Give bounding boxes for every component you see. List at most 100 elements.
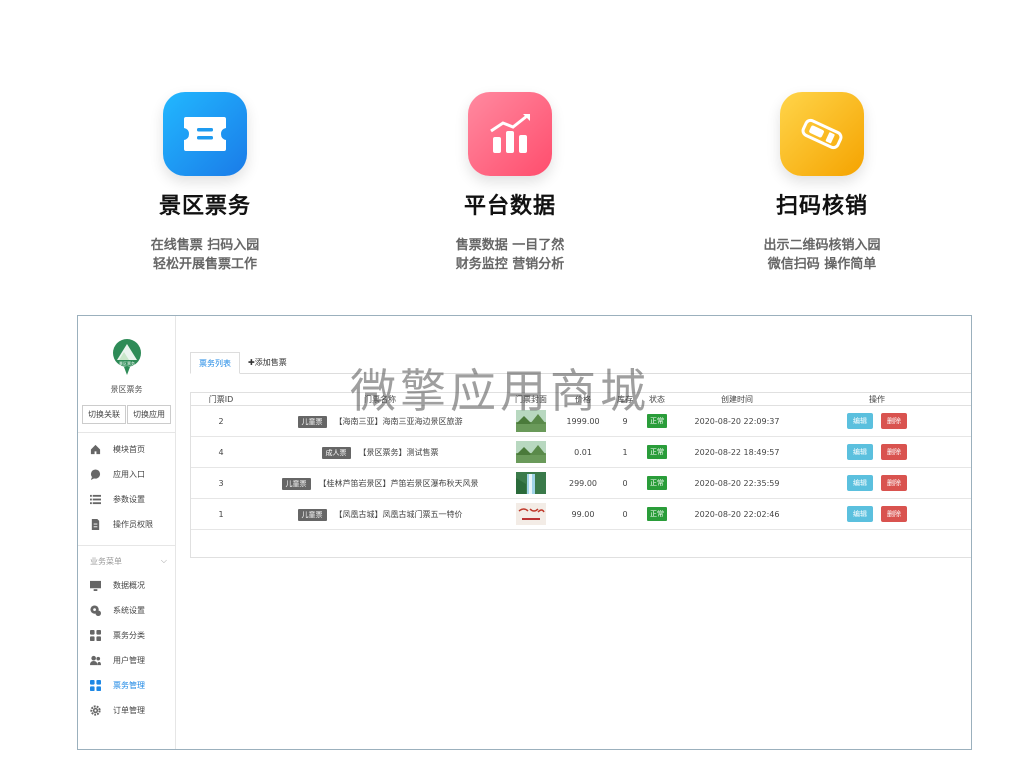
sidebar-item-label: 票务分类 bbox=[113, 631, 145, 640]
feature-desc-line: 售票数据 一目了然 bbox=[455, 238, 565, 253]
created-time: 2020-08-20 22:35:59 bbox=[694, 478, 780, 488]
edit-button[interactable]: 编辑 bbox=[847, 413, 873, 429]
sidebar-item-user-management[interactable]: 用户管理 bbox=[78, 648, 175, 673]
app-name: 景区票务 bbox=[110, 385, 143, 394]
feature-title: 扫码核销 bbox=[775, 194, 868, 219]
sidebar-item-app-entry[interactable]: 应用入口 bbox=[78, 462, 175, 487]
document-icon bbox=[91, 519, 100, 530]
ticket-price: 0.01 bbox=[574, 447, 592, 457]
feature-platform-data: 平台数据 售票数据 一目了然 财务监控 营销分析 bbox=[410, 92, 610, 274]
bar-chart-icon bbox=[468, 92, 552, 176]
feature-desc-line: 在线售票 扫码入园 bbox=[150, 238, 260, 253]
col-header-id: 门票ID bbox=[208, 394, 234, 404]
sidebar-item-settings[interactable]: 参数设置 bbox=[78, 487, 175, 512]
sidebar-item-order-management[interactable]: 订单管理 bbox=[78, 698, 175, 723]
chevron-down-icon: ⌵ bbox=[160, 556, 167, 565]
sidebar-item-label: 系统设置 bbox=[113, 606, 145, 615]
status-badge: 正常 bbox=[647, 445, 667, 459]
sidebar-item-operator-permissions[interactable]: 操作员权限 bbox=[78, 512, 175, 537]
delete-button[interactable]: 删除 bbox=[881, 506, 907, 522]
ticket-stock: 1 bbox=[622, 447, 628, 457]
feature-scan-verify: 扫码核销 出示二维码核销入园 微信扫码 操作简单 bbox=[722, 92, 922, 274]
delete-button[interactable]: 删除 bbox=[881, 444, 907, 460]
ticket-id: 3 bbox=[218, 478, 224, 488]
tab-add-ticket[interactable]: ✚添加售票 bbox=[240, 352, 295, 373]
ticket-cover-image bbox=[516, 472, 546, 494]
sidebar-item-label: 票务管理 bbox=[113, 681, 145, 690]
scenic-logo: 景区票务 bbox=[112, 339, 141, 375]
business-menu-header[interactable]: 业务菜单 ⌵ bbox=[78, 546, 175, 573]
edit-button[interactable]: 编辑 bbox=[847, 506, 873, 522]
ticket-cover-image bbox=[516, 441, 546, 463]
sidebar-item-label: 用户管理 bbox=[113, 656, 145, 665]
category-badge: 儿童票 bbox=[281, 477, 311, 490]
ticket-stock: 0 bbox=[622, 509, 628, 519]
logo-text: 景区票务 bbox=[119, 360, 135, 366]
ticket-stock: 0 bbox=[622, 478, 628, 488]
ticket-price: 299.00 bbox=[569, 478, 597, 488]
users-icon bbox=[90, 655, 101, 666]
category-badge: 成人票 bbox=[321, 446, 351, 459]
ticket-id: 4 bbox=[218, 447, 224, 457]
sidebar: 景区票务 景区票务 切换关联 切换应用 模块首页 应用入口 参数设置 操作员权限 bbox=[78, 316, 176, 749]
sidebar-item-module-home[interactable]: 模块首页 bbox=[78, 437, 175, 462]
ticket-cover-image bbox=[516, 503, 546, 525]
sidebar-item-label: 操作员权限 bbox=[113, 520, 153, 529]
grid-icon bbox=[90, 680, 101, 691]
scanner-icon bbox=[780, 92, 864, 176]
ticket-id: 2 bbox=[218, 416, 224, 426]
feature-title: 平台数据 bbox=[463, 194, 556, 219]
ticket-name: 【凤凰古城】凤凰古城门票五一特价 bbox=[334, 509, 463, 519]
col-header-operation: 操作 bbox=[869, 394, 885, 404]
table-row: 4 成人票 【景区票务】测试售票 0.01 1 正常 2020-08-22 18:… bbox=[191, 437, 971, 468]
ticket-name-cell: 儿童票 【桂林芦笛岩景区】芦笛岩景区瀑布秋天风景 bbox=[251, 477, 509, 490]
status-badge: 正常 bbox=[647, 414, 667, 428]
feature-desc-line: 微信扫码 操作简单 bbox=[767, 257, 877, 272]
switch-link-button[interactable]: 切换关联 bbox=[82, 405, 126, 424]
status-badge: 正常 bbox=[647, 507, 667, 521]
table-row: 1 儿童票 【凤凰古城】凤凰古城门票五一特价 99.00 0 正常 2020-08… bbox=[191, 499, 971, 530]
section-label: 业务菜单 bbox=[90, 557, 122, 566]
delete-button[interactable]: 删除 bbox=[881, 413, 907, 429]
settings-icon bbox=[90, 605, 101, 616]
sidebar-item-ticket-management[interactable]: 票务管理 bbox=[78, 673, 175, 698]
gear-icon bbox=[90, 705, 101, 716]
category-badge: 儿童票 bbox=[297, 508, 327, 521]
col-header-time: 创建时间 bbox=[721, 394, 753, 404]
ticket-icon bbox=[163, 92, 247, 176]
chat-icon bbox=[90, 469, 101, 480]
feature-desc-line: 财务监控 营销分析 bbox=[455, 257, 565, 272]
edit-button[interactable]: 编辑 bbox=[847, 475, 873, 491]
ticket-name-cell: 儿童票 【凤凰古城】凤凰古城门票五一特价 bbox=[251, 508, 509, 521]
feature-title: 景区票务 bbox=[158, 194, 251, 219]
sidebar-item-data-overview[interactable]: 数据概况 bbox=[78, 573, 175, 598]
feature-desc-line: 出示二维码核销入园 bbox=[763, 238, 881, 253]
created-time: 2020-08-22 18:49:57 bbox=[694, 447, 780, 457]
feature-desc-line: 轻松开展售票工作 bbox=[152, 257, 257, 272]
status-badge: 正常 bbox=[647, 476, 667, 490]
table-row: 3 儿童票 【桂林芦笛岩景区】芦笛岩景区瀑布秋天风景 299.00 0 正常 20… bbox=[191, 468, 971, 499]
feature-ticketing: 景区票务 在线售票 扫码入园 轻松开展售票工作 bbox=[105, 92, 305, 274]
category-badge: 儿童票 bbox=[297, 415, 327, 428]
home-icon bbox=[90, 444, 101, 455]
delete-button[interactable]: 删除 bbox=[881, 475, 907, 491]
sidebar-item-label: 参数设置 bbox=[113, 495, 145, 504]
sidebar-item-ticket-category[interactable]: 票务分类 bbox=[78, 623, 175, 648]
created-time: 2020-08-20 22:02:46 bbox=[694, 509, 780, 519]
sidebar-item-system-settings[interactable]: 系统设置 bbox=[78, 598, 175, 623]
sidebar-item-label: 数据概况 bbox=[113, 581, 145, 590]
sidebar-item-label: 模块首页 bbox=[113, 445, 145, 454]
ticket-name: 【桂林芦笛岩景区】芦笛岩景区瀑布秋天风景 bbox=[318, 478, 479, 488]
watermark: 微擎应用商城 bbox=[350, 364, 650, 418]
created-time: 2020-08-20 22:09:37 bbox=[694, 416, 780, 426]
ticket-name-cell: 成人票 【景区票务】测试售票 bbox=[251, 446, 509, 459]
sidebar-item-label: 订单管理 bbox=[113, 706, 145, 715]
ticket-id: 1 bbox=[218, 509, 224, 519]
switch-app-button[interactable]: 切换应用 bbox=[127, 405, 171, 424]
sidebar-item-label: 应用入口 bbox=[113, 470, 145, 479]
ticket-price: 99.00 bbox=[571, 509, 595, 519]
edit-button[interactable]: 编辑 bbox=[847, 444, 873, 460]
tab-ticket-list[interactable]: 票务列表 bbox=[190, 352, 240, 374]
monitor-icon bbox=[90, 580, 101, 591]
list-icon bbox=[90, 494, 101, 505]
